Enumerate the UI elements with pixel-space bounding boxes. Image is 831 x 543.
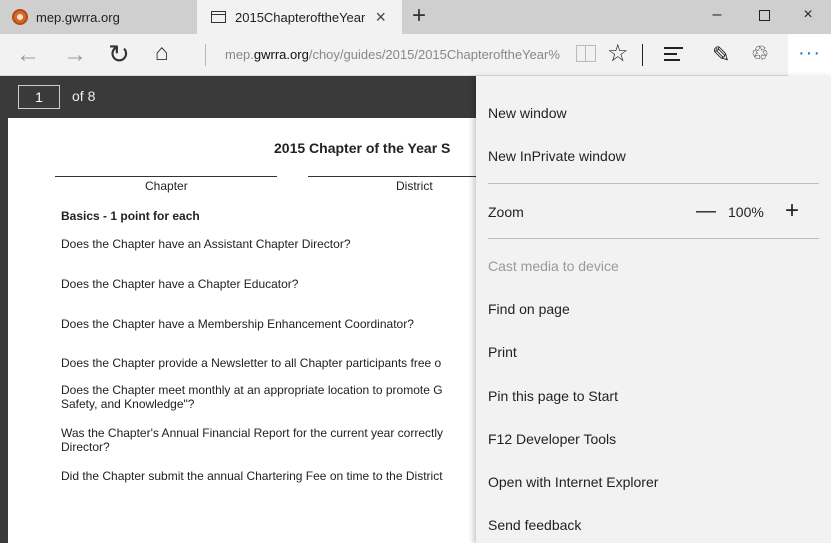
menu-item-open-with-ie[interactable]: Open with Internet Explorer [488, 474, 658, 490]
more-actions-button[interactable]: ··· [788, 34, 831, 76]
question-text: Does the Chapter provide a Newsletter to… [61, 356, 442, 370]
question-text: Does the Chapter have a Membership Enhan… [61, 317, 414, 331]
menu-item-new-window[interactable]: New window [488, 105, 567, 121]
pdf-gutter [0, 118, 8, 543]
zoom-out-button[interactable]: — [696, 200, 716, 223]
question-text: Does the Chapter have an Assistant Chapt… [61, 237, 351, 251]
section-heading: Basics - 1 point for each [61, 209, 200, 223]
page-icon [211, 11, 226, 23]
address-field[interactable]: mep.gwrra.org/choy/guides/2015/2015Chapt… [225, 47, 560, 62]
tab-title: 2015ChapteroftheYear [235, 9, 365, 25]
chapter-label: Chapter [145, 179, 188, 193]
question-text: Does the Chapter meet monthly at an appr… [61, 383, 443, 397]
document-title: 2015 Chapter of the Year S [274, 140, 451, 156]
tab-title: mep.gwrra.org [36, 9, 120, 25]
minimize-button[interactable]: – [694, 6, 740, 24]
tab-strip: mep.gwrra.org 2015ChapteroftheYear × + –… [0, 0, 831, 34]
divider [205, 44, 206, 66]
web-note-icon[interactable]: ✎ [712, 42, 730, 68]
menu-separator [488, 238, 819, 239]
menu-item-cast-media[interactable]: Cast media to device [488, 258, 619, 274]
question-text: Director? [61, 440, 110, 454]
hub-icon[interactable] [664, 47, 683, 65]
close-tab-icon[interactable]: × [375, 7, 386, 28]
menu-item-zoom: Zoom [488, 204, 524, 220]
menu-item-developer-tools[interactable]: F12 Developer Tools [488, 431, 616, 447]
zoom-level: 100% [728, 204, 764, 220]
menu-item-send-feedback[interactable]: Send feedback [488, 517, 581, 533]
maximize-icon [758, 10, 770, 21]
menu-item-find-on-page[interactable]: Find on page [488, 301, 570, 317]
tab-chapter-of-year[interactable]: 2015ChapteroftheYear × [197, 0, 402, 34]
home-icon[interactable]: ⌂ [155, 39, 169, 66]
site-favicon-icon [12, 9, 28, 25]
address-bar-row: ← → ↻ ⌂ mep.gwrra.org/choy/guides/2015/2… [0, 34, 831, 76]
favorite-star-icon[interactable]: ☆ [607, 39, 629, 68]
new-tab-button[interactable]: + [412, 2, 426, 30]
menu-item-new-inprivate-window[interactable]: New InPrivate window [488, 148, 626, 164]
maximize-button[interactable] [741, 6, 787, 26]
url-prefix: mep. [225, 47, 254, 62]
reading-view-icon[interactable] [576, 45, 596, 62]
question-text: Did the Chapter submit the annual Charte… [61, 469, 443, 483]
question-text: Was the Chapter's Annual Financial Repor… [61, 426, 444, 440]
share-icon[interactable]: ♲ [751, 41, 769, 66]
menu-separator [488, 183, 819, 184]
divider [642, 44, 643, 66]
menu-item-pin-to-start[interactable]: Pin this page to Start [488, 388, 618, 404]
tab-gwrra[interactable]: mep.gwrra.org [0, 0, 197, 34]
close-window-button[interactable]: × [785, 6, 831, 24]
back-arrow-icon[interactable]: ← [16, 41, 40, 69]
district-label: District [396, 179, 433, 193]
page-count: of 8 [72, 88, 96, 104]
chapter-line [55, 176, 277, 177]
zoom-in-button[interactable]: + [785, 197, 799, 225]
question-text: Safety, and Knowledge"? [61, 397, 195, 411]
refresh-icon[interactable]: ↻ [108, 39, 130, 70]
menu-item-print[interactable]: Print [488, 344, 517, 360]
district-line [308, 176, 488, 177]
more-actions-menu: New window New InPrivate window Zoom — 1… [476, 76, 831, 543]
question-text: Does the Chapter have a Chapter Educator… [61, 277, 299, 291]
url-domain: gwrra.org [253, 47, 309, 62]
page-number-input[interactable]: 1 [18, 85, 60, 109]
forward-arrow-icon[interactable]: → [63, 41, 87, 69]
url-path: /choy/guides/2015/2015ChapteroftheYear%2 [308, 47, 560, 62]
